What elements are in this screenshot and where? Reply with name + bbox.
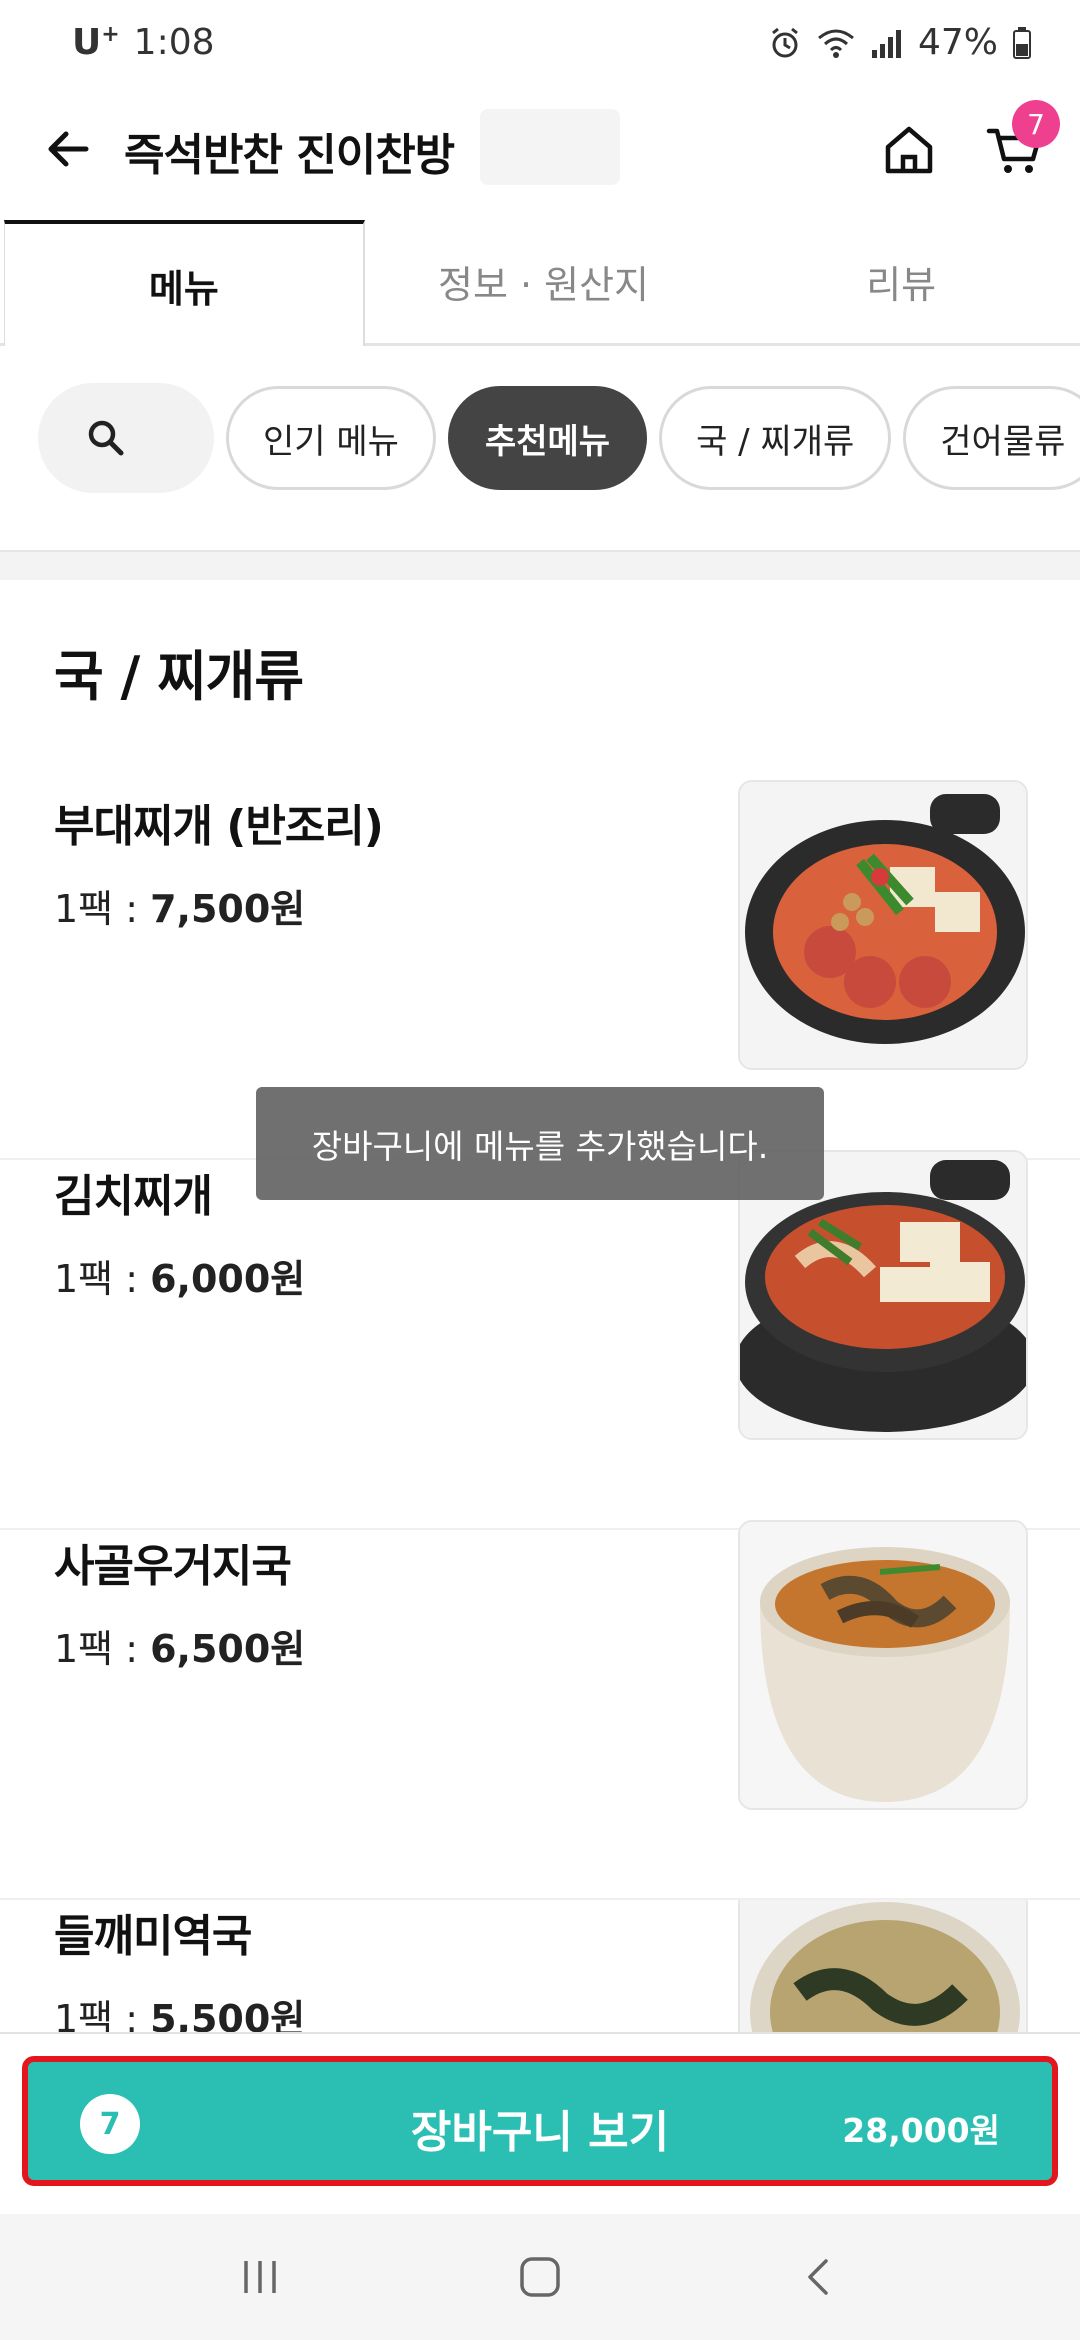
alarm-icon — [768, 26, 802, 60]
system-nav-bar — [0, 2214, 1080, 2340]
chevron-left-icon — [808, 2259, 828, 2295]
menu-item-price: 1팩 : 6,000원 — [54, 1257, 306, 1301]
toast-message: 장바구니에 메뉴를 추가했습니다. — [256, 1087, 824, 1200]
back-button[interactable] — [38, 119, 98, 179]
menu-item-photo — [738, 780, 1028, 1070]
cart-count-badge: 7 — [1012, 100, 1060, 148]
battery-percent: 47% — [917, 22, 998, 63]
recent-apps-button[interactable] — [210, 2227, 310, 2327]
menu-item-photo — [738, 1520, 1028, 1810]
status-right: 47% — [768, 22, 1032, 63]
cart-bar-container: 7 장바구니 보기 28,000원 — [0, 2034, 1080, 2214]
title-redaction — [480, 109, 620, 185]
app-bar: 즉석반찬 진이찬방 — [0, 95, 1080, 200]
home-nav-icon — [520, 2257, 560, 2297]
status-bar: U+ 1:08 47% — [0, 0, 1080, 90]
chip-popular-menu[interactable]: 인기 메뉴 — [226, 386, 436, 490]
home-button[interactable] — [876, 117, 942, 183]
menu-item-price: 1팩 : 7,500원 — [54, 887, 306, 931]
search-icon — [88, 420, 124, 456]
menu-item-price: 1팩 : 5,500원 — [54, 1997, 306, 2034]
category-chips: 인기 메뉴 추천메뉴 국 / 찌개류 건어물류 — [0, 380, 1080, 496]
chip-recommended-menu[interactable]: 추천메뉴 — [447, 386, 648, 490]
battery-icon — [1012, 26, 1032, 60]
view-cart-button[interactable]: 7 장바구니 보기 28,000원 — [22, 2056, 1058, 2186]
clock: 1:08 — [133, 22, 215, 63]
chip-soup-stew[interactable]: 국 / 찌개류 — [659, 386, 892, 490]
menu-item-name: 부대찌개 (반조리) — [54, 801, 384, 852]
menu-item[interactable]: 사골우거지국 1팩 : 6,500원 — [0, 1520, 1080, 1900]
cart-total-price: 28,000원 — [842, 2111, 1000, 2150]
menu-item-name: 김치찌개 — [54, 1171, 213, 1222]
section-title: 국 / 찌개류 — [54, 645, 304, 708]
menu-item-photo — [738, 1900, 1028, 2034]
menu-item-name: 들깨미역국 — [54, 1911, 252, 1962]
signal-icon — [870, 26, 904, 60]
menu-item-name: 사골우거지국 — [54, 1541, 292, 1592]
tab-bar: 메뉴 정보 · 원산지 리뷰 — [0, 220, 1080, 346]
arrow-left-icon — [48, 131, 89, 167]
page-title: 즉석반찬 진이찬방 — [124, 130, 455, 181]
back-nav-button[interactable] — [770, 2227, 870, 2327]
tab-info-origin[interactable]: 정보 · 원산지 — [365, 220, 723, 343]
menu-item[interactable]: 김치찌개 1팩 : 6,000원 — [0, 1150, 1080, 1530]
search-button[interactable] — [38, 383, 214, 493]
carrier-label: U+ — [72, 22, 120, 63]
status-left: U+ 1:08 — [72, 22, 215, 63]
home-icon — [885, 126, 933, 174]
recent-apps-icon — [244, 2261, 276, 2293]
tab-reviews[interactable]: 리뷰 — [722, 220, 1080, 343]
menu-item[interactable]: 들깨미역국 1팩 : 5,500원 — [0, 1900, 1080, 2034]
tab-menu[interactable]: 메뉴 — [4, 220, 365, 346]
menu-item-price: 1팩 : 6,500원 — [54, 1627, 306, 1671]
chip-dried-seafood[interactable]: 건어물류 — [903, 386, 1080, 490]
wifi-icon — [816, 26, 856, 60]
home-nav-button[interactable] — [490, 2227, 590, 2327]
section-divider — [0, 550, 1080, 580]
